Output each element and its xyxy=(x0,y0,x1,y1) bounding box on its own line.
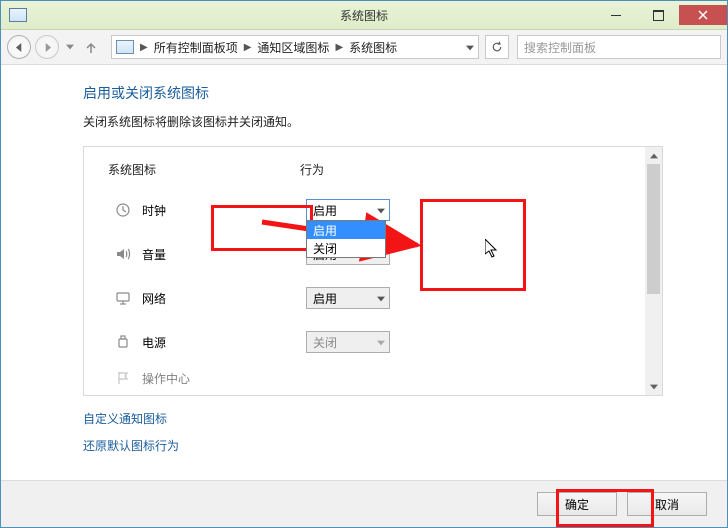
option-enable[interactable]: 启用 xyxy=(307,221,385,239)
col-icon-header: 系统图标 xyxy=(108,161,300,178)
window: 系统图标 ▶ 所有控制面板项 ▶ 通知区域图标 ▶ 系 xyxy=(0,0,728,528)
forward-button[interactable] xyxy=(35,35,59,59)
behavior-select-network[interactable]: 启用 xyxy=(306,287,390,309)
list-item-clock: 时钟 启用 启用 关闭 xyxy=(108,188,621,232)
item-label: 操作中心 xyxy=(142,370,190,387)
item-label: 网络 xyxy=(142,290,166,307)
chevron-down-icon xyxy=(466,45,474,51)
window-controls xyxy=(595,5,727,25)
up-button[interactable] xyxy=(81,41,101,53)
item-label: 音量 xyxy=(142,246,166,263)
history-dropdown[interactable] xyxy=(63,44,77,50)
chevron-down-icon xyxy=(377,203,385,217)
chevron-down-icon xyxy=(650,384,658,390)
select-value: 启用 xyxy=(313,202,337,219)
control-panel-icon xyxy=(9,8,27,22)
behavior-select-power: 关闭 xyxy=(306,331,390,353)
vertical-scrollbar[interactable] xyxy=(645,147,662,395)
breadcrumb-item[interactable]: 通知区域图标 xyxy=(257,39,329,56)
breadcrumb-sep-icon: ▶ xyxy=(140,42,148,53)
select-value: 关闭 xyxy=(313,334,337,351)
item-label: 时钟 xyxy=(142,202,166,219)
breadcrumb-item[interactable]: 所有控制面板项 xyxy=(154,39,238,56)
link-customize-icons[interactable]: 自定义通知图标 xyxy=(83,410,697,427)
breadcrumb-item[interactable]: 系统图标 xyxy=(349,39,397,56)
close-icon xyxy=(698,10,708,20)
footer: 确定 取消 xyxy=(1,480,727,527)
clock-icon xyxy=(114,201,132,219)
scroll-up-button[interactable] xyxy=(645,147,662,164)
list-item-action-center: 操作中心 xyxy=(108,364,621,392)
navbar: ▶ 所有控制面板项 ▶ 通知区域图标 ▶ 系统图标 搜索控制面板 xyxy=(1,30,727,65)
close-button[interactable] xyxy=(679,5,727,25)
power-icon xyxy=(114,333,132,351)
arrow-left-icon xyxy=(15,43,24,52)
search-input[interactable]: 搜索控制面板 xyxy=(517,35,721,59)
column-headers: 系统图标 行为 xyxy=(84,147,645,178)
search-placeholder: 搜索控制面板 xyxy=(524,39,596,56)
panel-inner: 系统图标 行为 时钟 启用 启用 xyxy=(84,147,645,395)
network-icon xyxy=(114,289,132,307)
page-subheading: 关闭系统图标将删除该图标并关闭通知。 xyxy=(83,113,697,130)
option-disable[interactable]: 关闭 xyxy=(307,239,385,257)
breadcrumb-sep-icon: ▶ xyxy=(335,42,343,53)
chevron-up-icon xyxy=(650,153,658,159)
arrow-right-icon xyxy=(43,43,52,52)
window-title: 系统图标 xyxy=(340,7,388,24)
chevron-down-icon xyxy=(377,335,385,349)
select-dropdown: 启用 关闭 xyxy=(306,220,386,258)
flag-icon xyxy=(114,369,132,387)
ok-button[interactable]: 确定 xyxy=(537,492,617,516)
cancel-button[interactable]: 取消 xyxy=(627,492,707,516)
maximize-button[interactable] xyxy=(637,5,679,25)
item-label: 电源 xyxy=(142,334,166,351)
behavior-select-clock[interactable]: 启用 启用 关闭 xyxy=(306,199,390,221)
arrow-up-icon xyxy=(85,41,97,53)
list-item-network: 网络 启用 xyxy=(108,276,621,320)
chevron-down-icon xyxy=(377,291,385,305)
page-heading: 启用或关闭系统图标 xyxy=(83,83,697,103)
list-item-power: 电源 关闭 xyxy=(108,320,621,364)
address-bar[interactable]: ▶ 所有控制面板项 ▶ 通知区域图标 ▶ 系统图标 xyxy=(111,35,479,59)
content: 启用或关闭系统图标 关闭系统图标将删除该图标并关闭通知。 系统图标 行为 时钟 … xyxy=(1,65,727,480)
col-behavior-header: 行为 xyxy=(300,161,324,178)
links: 自定义通知图标 还原默认图标行为 xyxy=(83,410,697,454)
link-restore-defaults[interactable]: 还原默认图标行为 xyxy=(83,437,697,454)
icon-list-panel: 系统图标 行为 时钟 启用 启用 xyxy=(83,146,663,396)
scroll-down-button[interactable] xyxy=(645,378,662,395)
control-panel-icon xyxy=(116,40,134,54)
minimize-button[interactable] xyxy=(595,5,637,25)
titlebar: 系统图标 xyxy=(1,1,727,30)
refresh-button[interactable] xyxy=(485,35,509,59)
refresh-icon xyxy=(491,41,503,53)
breadcrumb-sep-icon: ▶ xyxy=(244,42,252,53)
back-button[interactable] xyxy=(7,35,31,59)
address-dropdown[interactable] xyxy=(466,40,474,54)
speaker-icon xyxy=(114,245,132,263)
rows: 时钟 启用 启用 关闭 xyxy=(84,178,645,392)
chevron-down-icon xyxy=(66,44,74,50)
scroll-thumb[interactable] xyxy=(647,164,660,294)
select-value: 启用 xyxy=(313,290,337,307)
